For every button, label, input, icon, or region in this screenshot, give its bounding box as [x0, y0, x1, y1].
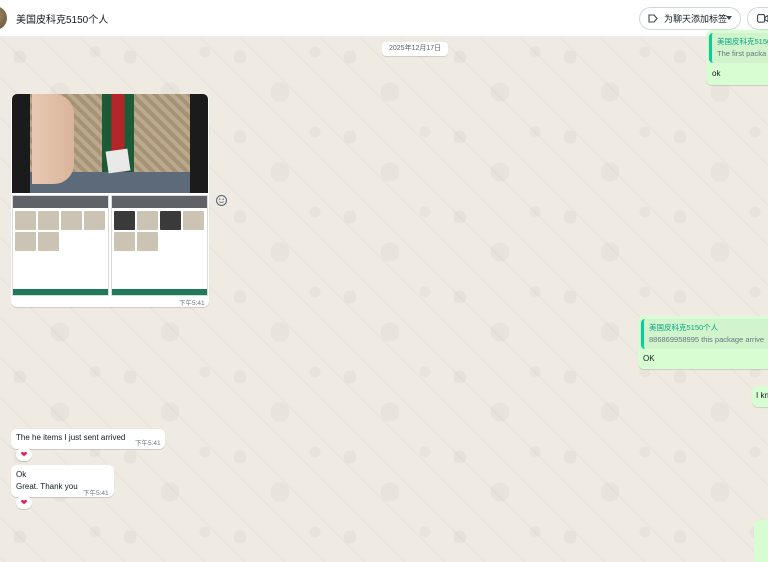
- quoted-message[interactable]: 美国皮科克5150 The first packa: [709, 33, 768, 63]
- heart-reaction[interactable]: ❤: [16, 448, 32, 461]
- screenshot-thumbnail-left[interactable]: [12, 195, 109, 296]
- chat-title[interactable]: 美国皮科克5150个人: [16, 11, 108, 26]
- heart-reaction[interactable]: ❤: [16, 496, 32, 509]
- avatar[interactable]: [0, 6, 7, 30]
- chat-header: 美国皮科克5150个人 为聊天添加标签: [0, 0, 768, 37]
- add-label-text: 为聊天添加标签: [664, 14, 728, 24]
- message-time: 下午5:41: [179, 300, 205, 307]
- quote-text: The first packa: [717, 49, 767, 58]
- outgoing-reply-bubble[interactable]: 美国皮科克5150个人 886869958995 this package ar…: [638, 316, 768, 369]
- message-text: The he items I just sent arrived: [16, 433, 126, 442]
- quote-author: 美国皮科克5150: [717, 37, 768, 46]
- quoted-message[interactable]: 美国皮科克5150个人 886869958995 this package ar…: [641, 319, 768, 349]
- incoming-message-bubble[interactable]: Ok Great. Thank you 下午5:41: [11, 465, 114, 497]
- tag-card-image: [105, 148, 131, 174]
- message-text: OK: [643, 354, 655, 363]
- add-label-button[interactable]: 为聊天添加标签: [639, 7, 741, 30]
- tag-icon: [648, 14, 658, 23]
- message-text: I kn: [756, 391, 768, 400]
- date-divider: 2025年12月17日: [382, 42, 449, 56]
- screenshot-thumbnail-right[interactable]: [111, 195, 208, 296]
- message-time: 下午5:41: [83, 490, 109, 497]
- incoming-message-bubble[interactable]: The he items I just sent arrived 下午5:41: [11, 429, 165, 449]
- emoji-react-icon[interactable]: [216, 195, 227, 206]
- quote-author: 美国皮科克5150个人: [649, 323, 719, 332]
- quote-text: 886869958995 this package arrive: [649, 335, 765, 344]
- hand-image: [32, 94, 74, 184]
- image-album-bubble[interactable]: 下午5:41: [11, 94, 209, 307]
- chevron-down-icon: [726, 16, 732, 20]
- message-text: ok: [712, 69, 721, 78]
- video-camera-icon: [757, 14, 768, 23]
- outgoing-message-bubble[interactable]: [754, 520, 768, 562]
- message-text-line1: Ok: [16, 470, 27, 479]
- bag-photo[interactable]: [12, 94, 208, 193]
- outgoing-message-bubble[interactable]: I kn: [752, 386, 768, 407]
- message-time: 下午5:41: [135, 440, 161, 447]
- message-text-line2: Great. Thank you: [16, 482, 78, 491]
- outgoing-reply-bubble[interactable]: 美国皮科克5150 The first packa ok: [706, 30, 768, 85]
- video-call-button[interactable]: [747, 7, 768, 30]
